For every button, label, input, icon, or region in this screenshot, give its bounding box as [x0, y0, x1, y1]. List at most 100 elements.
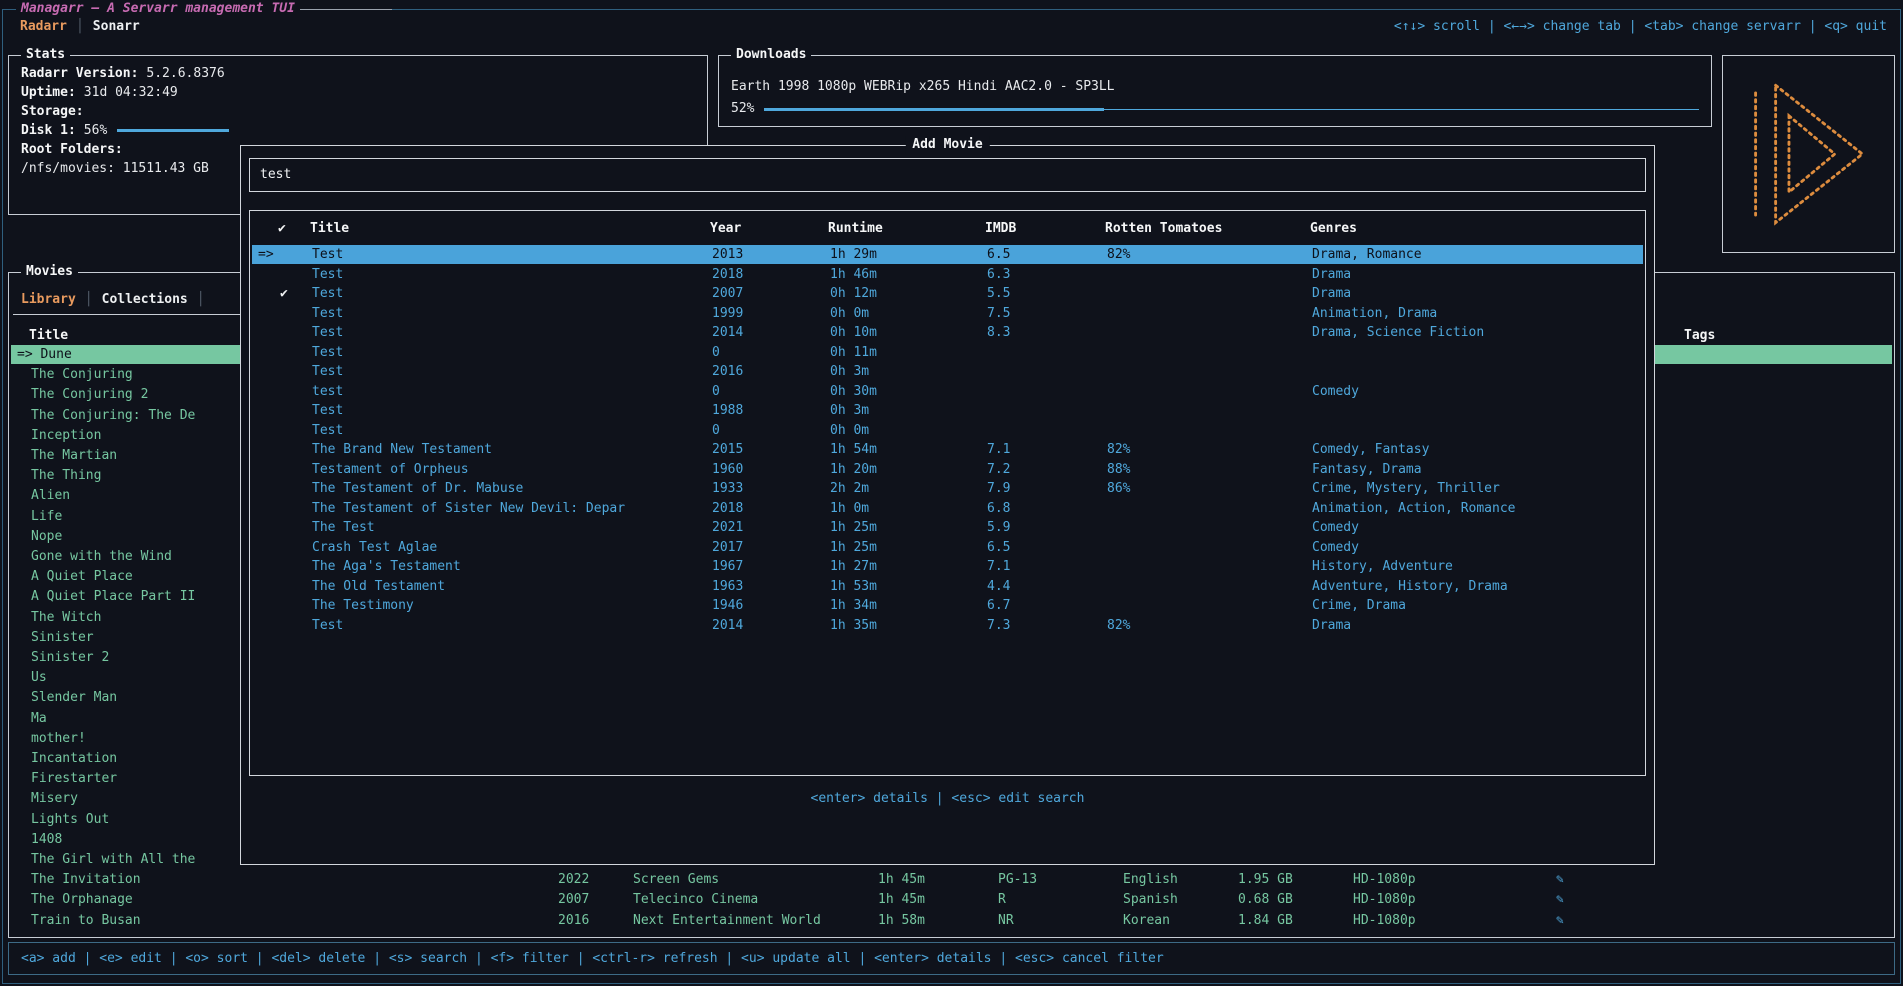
download-percent: 52% — [731, 98, 754, 120]
result-imdb: 7.3 — [987, 616, 1010, 635]
result-genres: History, Adventure — [1312, 557, 1453, 576]
result-imdb: 8.3 — [987, 323, 1010, 342]
movie-runtime: 1h 45m — [878, 890, 925, 909]
search-result-row[interactable]: The Aga's Testament19671h 27m7.1History,… — [252, 557, 1643, 576]
movie-title: Sinister 2 — [31, 648, 109, 667]
result-year: 2017 — [712, 538, 743, 557]
result-genres: Drama, Romance — [1312, 245, 1422, 264]
result-imdb: 6.5 — [987, 538, 1010, 557]
tab-collections[interactable]: Collections — [102, 292, 188, 307]
result-title: Test — [312, 616, 343, 635]
movie-row[interactable]: Train to Busan2016Next Entertainment Wor… — [11, 911, 1892, 930]
search-result-row[interactable]: The Testament of Sister New Devil: Depar… — [252, 499, 1643, 518]
movie-title: Lights Out — [31, 810, 109, 829]
search-result-row[interactable]: The Old Testament19631h 53m4.4Adventure,… — [252, 577, 1643, 596]
movie-language: Spanish — [1123, 890, 1178, 909]
search-result-row[interactable]: Crash Test Aglae20171h 25m6.5Comedy — [252, 538, 1643, 557]
result-imdb: 6.8 — [987, 499, 1010, 518]
tab-radarr[interactable]: Radarr — [20, 19, 67, 34]
search-result-row[interactable]: The Testimony19461h 34m6.7Crime, Drama — [252, 596, 1643, 615]
result-year: 1963 — [712, 577, 743, 596]
result-runtime: 1h 34m — [830, 596, 877, 615]
result-year: 0 — [712, 343, 720, 362]
search-result-row[interactable]: Test20141h 35m7.382%Drama — [252, 616, 1643, 635]
result-runtime: 1h 29m — [830, 245, 877, 264]
managarr-app: Managarr – A Servarr management TUI Rada… — [0, 0, 1903, 986]
movie-title: Slender Man — [31, 688, 117, 707]
search-result-row[interactable]: Test00h 11m — [252, 343, 1643, 362]
root-folders-label: Root Folders: — [21, 140, 123, 159]
search-result-row[interactable]: The Brand New Testament20151h 54m7.182%C… — [252, 440, 1643, 459]
search-result-row[interactable]: test00h 30mComedy — [252, 382, 1643, 401]
result-title: The Testament of Dr. Mabuse — [312, 479, 523, 498]
movie-size: 0.68 GB — [1238, 890, 1293, 909]
tab-sonarr[interactable]: Sonarr — [93, 19, 140, 34]
add-movie-popup-title: Add Movie — [905, 136, 989, 154]
result-genres: Drama — [1312, 284, 1351, 303]
search-result-row[interactable]: The Test20211h 25m5.9Comedy — [252, 518, 1643, 537]
search-result-row[interactable]: Test19990h 0m7.5Animation, Drama — [252, 304, 1643, 323]
result-imdb: 4.4 — [987, 577, 1010, 596]
result-title: The Testament of Sister New Devil: Depar — [312, 499, 625, 518]
tab-separator: │ — [188, 292, 214, 307]
movie-studio: Next Entertainment World — [633, 911, 821, 930]
search-result-row[interactable]: Test19880h 3m — [252, 401, 1643, 420]
movie-row[interactable]: The Orphanage2007Telecinco Cinema1h 45mR… — [11, 890, 1892, 909]
movies-panel-title: Movies — [21, 263, 78, 281]
movie-title: Sinister — [31, 628, 94, 647]
search-result-row[interactable]: =>Test20131h 29m6.582%Drama, Romance — [252, 245, 1643, 264]
movie-search-input[interactable]: test — [249, 158, 1646, 192]
result-title: Test — [312, 284, 343, 303]
stats-panel-title: Stats — [21, 46, 70, 64]
result-runtime: 1h 35m — [830, 616, 877, 635]
column-header-genres: Genres — [1310, 221, 1357, 236]
search-result-row[interactable]: Testament of Orpheus19601h 20m7.288%Fant… — [252, 460, 1643, 479]
footer-keybinds: <a> add | <e> edit | <o> sort | <del> de… — [21, 951, 1164, 966]
result-genres: Comedy — [1312, 518, 1359, 537]
column-header-year: Year — [710, 221, 741, 236]
movie-certification: PG-13 — [998, 870, 1037, 889]
result-genres: Comedy — [1312, 382, 1359, 401]
search-result-row[interactable]: Test00h 0m — [252, 421, 1643, 440]
result-runtime: 1h 0m — [830, 499, 869, 518]
result-title: Test — [312, 265, 343, 284]
result-year: 0 — [712, 382, 720, 401]
result-title: Test — [312, 304, 343, 323]
result-imdb: 6.5 — [987, 245, 1010, 264]
search-result-row[interactable]: The Testament of Dr. Mabuse19332h 2m7.98… — [252, 479, 1643, 498]
movie-row[interactable]: The Invitation2022Screen Gems1h 45mPG-13… — [11, 870, 1892, 889]
search-result-row[interactable]: Test20181h 46m6.3Drama — [252, 265, 1643, 284]
result-year: 2007 — [712, 284, 743, 303]
movie-title: Us — [31, 668, 47, 687]
result-imdb: 5.5 — [987, 284, 1010, 303]
result-runtime: 0h 12m — [830, 284, 877, 303]
tab-separator: │ — [76, 292, 102, 307]
movie-title: Misery — [31, 789, 78, 808]
disk-usage-gauge — [117, 129, 229, 132]
result-rt: 82% — [1107, 245, 1130, 264]
movie-year: 2007 — [558, 890, 589, 909]
movie-size: 1.95 GB — [1238, 870, 1293, 889]
result-imdb: 5.9 — [987, 518, 1010, 537]
version-value: 5.2.6.8376 — [146, 64, 224, 83]
result-title: The Testimony — [312, 596, 414, 615]
movie-title: Alien — [31, 486, 70, 505]
movie-language: Korean — [1123, 911, 1170, 930]
result-runtime: 1h 25m — [830, 518, 877, 537]
tab-library[interactable]: Library — [13, 292, 76, 307]
result-title: The Old Testament — [312, 577, 445, 596]
download-progress-bar — [764, 108, 1104, 111]
root-folder-value: /nfs/movies: 11511.43 GB — [21, 159, 209, 178]
search-result-row[interactable]: Test20140h 10m8.3Drama, Science Fiction — [252, 323, 1643, 342]
result-title: Testament of Orpheus — [312, 460, 469, 479]
result-year: 2018 — [712, 499, 743, 518]
column-header-tags: Tags — [1684, 328, 1715, 343]
search-result-row[interactable]: Test20160h 3m — [252, 362, 1643, 381]
search-result-row[interactable]: ✔Test20070h 12m5.5Drama — [252, 284, 1643, 303]
popup-keybinds: <enter> details | <esc> edit search — [241, 791, 1654, 806]
movie-title: Life — [31, 507, 62, 526]
result-year: 1999 — [712, 304, 743, 323]
movie-title: Gone with the Wind — [31, 547, 172, 566]
movie-title: The Martian — [31, 446, 117, 465]
result-runtime: 1h 53m — [830, 577, 877, 596]
